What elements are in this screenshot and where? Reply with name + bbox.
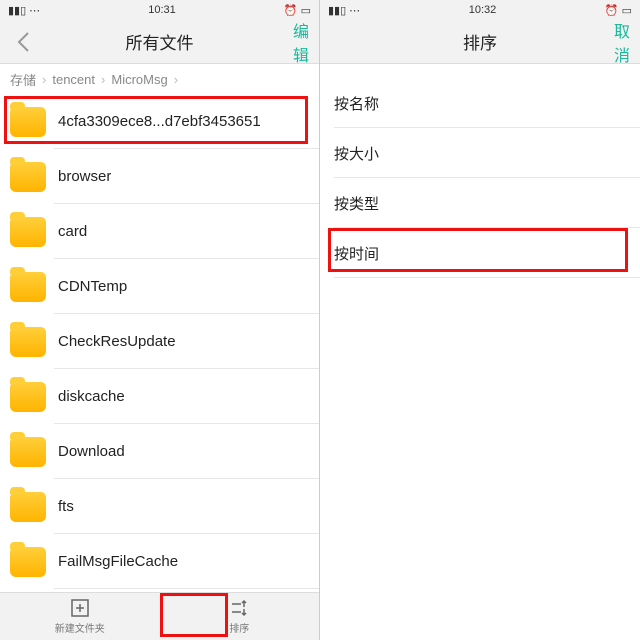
- sort-option-label: 按类型: [334, 193, 379, 214]
- folder-row[interactable]: FailMsgFileCache: [0, 534, 319, 589]
- status-bar: ▮▮▯ ⋯ 10:31 ⏰ ▭: [0, 0, 319, 20]
- sort-icon: [229, 598, 249, 618]
- folder-name: CDNTemp: [58, 278, 127, 295]
- folder-name: CheckResUpdate: [58, 333, 176, 350]
- sort-option-time[interactable]: 按时间: [320, 228, 640, 278]
- carrier-icon: ⋯: [349, 4, 360, 17]
- folder-name: browser: [58, 168, 111, 185]
- file-browser-screen: ▮▮▯ ⋯ 10:31 ⏰ ▭ 所有文件 编辑 存储 › tencent › M…: [0, 0, 320, 640]
- sort-option-label: 按大小: [334, 143, 379, 164]
- sort-button[interactable]: 排序: [160, 593, 320, 640]
- folder-icon: [10, 547, 46, 577]
- folder-row[interactable]: fts: [0, 479, 319, 534]
- back-button[interactable]: [6, 20, 40, 64]
- sort-label: 排序: [229, 620, 249, 635]
- sort-option-size[interactable]: 按大小: [320, 128, 640, 178]
- folder-row[interactable]: diskcache: [0, 369, 319, 424]
- chevron-right-icon: ›: [42, 72, 46, 87]
- folder-name: card: [58, 223, 87, 240]
- folder-name: diskcache: [58, 388, 125, 405]
- folder-name: Download: [58, 443, 125, 460]
- signal-icon: ▮▮▯: [8, 4, 26, 17]
- carrier-icon: ⋯: [29, 4, 40, 17]
- signal-icon: ▮▮▯: [328, 4, 346, 17]
- chevron-right-icon: ›: [101, 72, 105, 87]
- folder-row[interactable]: card: [0, 204, 319, 259]
- alarm-icon: ⏰: [605, 4, 619, 17]
- breadcrumb-item[interactable]: 存储: [10, 70, 36, 89]
- sort-option-type[interactable]: 按类型: [320, 178, 640, 228]
- folder-name: FailMsgFileCache: [58, 553, 178, 570]
- folder-row[interactable]: browser: [0, 149, 319, 204]
- folder-icon: [10, 437, 46, 467]
- sort-option-label: 按时间: [334, 243, 379, 264]
- breadcrumb-item[interactable]: MicroMsg: [111, 72, 167, 87]
- bottom-bar: 新建文件夹 排序: [0, 592, 319, 640]
- folder-icon: [10, 162, 46, 192]
- status-bar: ▮▮▯ ⋯ 10:32 ⏰ ▭: [320, 0, 640, 20]
- sort-option-name[interactable]: 按名称: [320, 78, 640, 128]
- folder-icon: [10, 272, 46, 302]
- new-folder-button[interactable]: 新建文件夹: [0, 593, 160, 640]
- folder-icon: [10, 217, 46, 247]
- folder-row[interactable]: CheckResUpdate: [0, 314, 319, 369]
- status-time: 10:31: [148, 4, 176, 16]
- battery-icon: ▭: [301, 4, 311, 17]
- folder-name: fts: [58, 498, 74, 515]
- folder-icon: [10, 327, 46, 357]
- alarm-icon: ⏰: [284, 4, 298, 17]
- nav-bar: 所有文件 编辑: [0, 20, 319, 64]
- folder-icon: [10, 107, 46, 137]
- breadcrumb[interactable]: 存储 › tencent › MicroMsg ›: [0, 64, 319, 94]
- folder-list: 4cfa3309ece8...d7ebf3453651 browser card…: [0, 94, 319, 592]
- battery-icon: ▭: [622, 4, 632, 17]
- sort-option-label: 按名称: [334, 93, 379, 114]
- new-folder-label: 新建文件夹: [55, 620, 105, 635]
- nav-title: 排序: [463, 29, 497, 54]
- sort-options-list: 按名称 按大小 按类型 按时间: [320, 64, 640, 640]
- folder-row[interactable]: 4cfa3309ece8...d7ebf3453651: [0, 94, 319, 149]
- folder-icon: [10, 382, 46, 412]
- nav-bar: 排序 取消: [320, 20, 640, 64]
- cancel-button[interactable]: 取消: [610, 20, 640, 64]
- edit-button[interactable]: 编辑: [289, 20, 319, 64]
- breadcrumb-item[interactable]: tencent: [52, 72, 95, 87]
- status-time: 10:32: [469, 4, 497, 16]
- new-folder-icon: [70, 598, 90, 618]
- folder-name: 4cfa3309ece8...d7ebf3453651: [58, 113, 261, 130]
- folder-row[interactable]: Download: [0, 424, 319, 479]
- folder-icon: [10, 492, 46, 522]
- sort-screen: ▮▮▯ ⋯ 10:32 ⏰ ▭ 排序 取消 按名称 按大小 按类型: [320, 0, 640, 640]
- folder-row[interactable]: CDNTemp: [0, 259, 319, 314]
- chevron-right-icon: ›: [174, 72, 178, 87]
- nav-title: 所有文件: [126, 29, 194, 54]
